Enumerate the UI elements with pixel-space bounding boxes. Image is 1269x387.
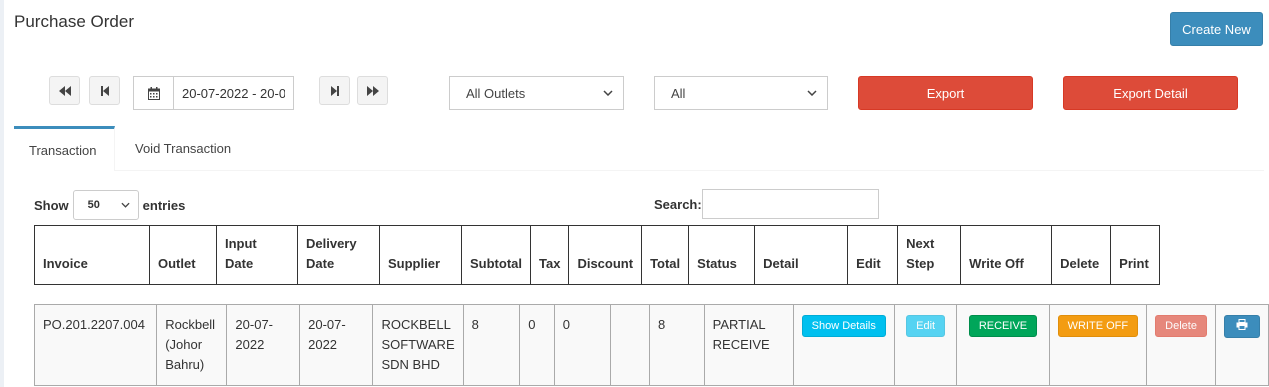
cell-delivery-date: 20-07-2022 [299, 304, 374, 386]
entries-label: entries [142, 197, 186, 213]
search-label: Search: [654, 196, 702, 212]
status-select[interactable]: All [654, 76, 828, 110]
header-row: Invoice Outlet Input Date Delivery Date Su… [34, 225, 1161, 285]
fast-forward-icon [366, 85, 379, 96]
tab-transaction[interactable]: Transaction [14, 126, 115, 171]
sidebar-edge [0, 0, 4, 387]
last-period-button[interactable] [357, 76, 388, 105]
cell-discount: 0 [553, 304, 612, 386]
calendar-icon [147, 86, 160, 100]
table-body: PO.201.2207.004 Rockbell (Johor Bahru) 20-… [33, 304, 1269, 386]
cell-next-step: RECEIVE [956, 304, 1050, 386]
column-header-delete[interactable]: Delete [1051, 225, 1112, 285]
cell-print [1215, 304, 1269, 386]
date-range-input[interactable] [173, 76, 294, 110]
receive-button[interactable]: RECEIVE [968, 315, 1038, 337]
export-button[interactable]: Export [858, 76, 1033, 110]
column-header-delivery-date[interactable]: Delivery Date [297, 225, 380, 285]
tabs-bar: Transaction Void Transaction [14, 126, 1264, 171]
entries-length-control: Show 50 entries [34, 190, 185, 220]
column-header-edit[interactable]: Edit [847, 225, 899, 285]
search-input[interactable] [701, 189, 879, 219]
fast-backward-icon [58, 85, 71, 96]
step-forward-icon [330, 85, 339, 96]
delete-button[interactable]: Delete [1155, 315, 1207, 337]
cell-invoice: PO.201.2207.004 [33, 304, 158, 386]
cell-outlet: Rockbell (Johor Bahru) [156, 304, 228, 386]
column-header-print[interactable]: Print [1110, 225, 1161, 285]
cell-edit: Edit [893, 304, 958, 386]
first-period-button[interactable] [49, 76, 80, 105]
export-detail-button[interactable]: Export Detail [1063, 76, 1238, 110]
outlet-select-value: All Outlets [466, 85, 526, 101]
previous-period-button[interactable] [89, 76, 120, 105]
column-header-write-off[interactable]: Write Off [960, 225, 1053, 285]
column-header-total[interactable]: Total [641, 225, 690, 285]
cell-total [610, 304, 650, 386]
column-header-outlet[interactable]: Outlet [149, 225, 217, 285]
column-header-discount[interactable]: Discount [568, 225, 643, 285]
date-range-picker[interactable] [133, 76, 294, 110]
column-header-detail[interactable]: Detail [754, 225, 849, 285]
entries-select-value: 50 [87, 199, 100, 211]
cell-subtotal: 8 [462, 304, 521, 386]
next-period-button[interactable] [319, 76, 350, 105]
cell-delete: Delete [1146, 304, 1216, 386]
column-header-invoice[interactable]: Invoice [34, 225, 150, 285]
chevron-down-icon [603, 90, 613, 96]
tab-void-transaction[interactable]: Void Transaction [120, 126, 246, 171]
create-new-button[interactable]: Create New [1170, 12, 1263, 46]
outlet-select[interactable]: All Outlets [449, 76, 624, 110]
column-header-input-date[interactable]: Input Date [216, 225, 298, 285]
column-header-subtotal[interactable]: Subtotal [461, 225, 531, 285]
show-details-button[interactable]: Show Details [801, 315, 886, 337]
show-label: Show [34, 197, 69, 213]
cell-status: PARTIAL RECEIVE [703, 304, 794, 386]
chevron-down-icon [807, 90, 817, 96]
print-icon [1236, 319, 1248, 330]
cell-tax: 0 [519, 304, 555, 386]
column-header-status[interactable]: Status [688, 225, 756, 285]
cell-total-value: 8 [648, 304, 705, 386]
cell-detail: Show Details [792, 304, 895, 386]
status-select-value: All [671, 85, 686, 101]
step-backward-icon [100, 85, 109, 96]
cell-input-date: 20-07-2022 [226, 304, 301, 386]
print-button[interactable] [1224, 315, 1260, 338]
table-row: PO.201.2207.004 Rockbell (Johor Bahru) 20-… [33, 304, 1269, 386]
edit-button[interactable]: Edit [906, 315, 946, 337]
column-header-next-step[interactable]: Next Step [897, 225, 962, 285]
chevron-down-icon [121, 202, 130, 208]
page-title: Purchase Order [14, 12, 134, 31]
entries-select[interactable]: 50 [72, 190, 139, 220]
table-header: Invoice Outlet Input Date Delivery Date Su… [34, 225, 1161, 285]
column-header-tax[interactable]: Tax [529, 225, 570, 285]
column-header-supplier[interactable]: Supplier [379, 225, 462, 285]
cell-write-off: WRITE OFF [1048, 304, 1148, 386]
write-off-button[interactable]: WRITE OFF [1057, 315, 1139, 337]
table-search: Search: [654, 189, 879, 219]
calendar-addon[interactable] [133, 76, 173, 110]
cell-supplier: ROCKBELL SOFTWARE SDN BHD [372, 304, 464, 386]
